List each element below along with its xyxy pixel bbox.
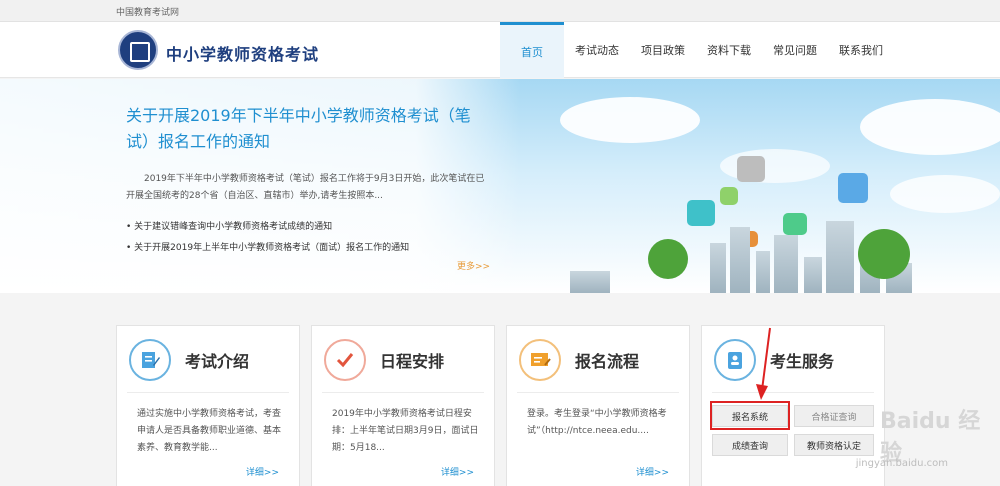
headline-summary: 2019年下半年中小学教师资格考试（笔试）报名工作将于9月3日开始，此次笔试在已… <box>126 174 485 201</box>
hero-banner: 关于开展2019年下半年中小学教师资格考试（笔试）报名工作的通知 2019年下半… <box>0 79 1000 293</box>
card-text: 2019年中小学教师资格考试日程安排：上半年笔试日期3月9日，面试日期：5月18… <box>332 409 479 453</box>
card-schedule: 日程安排 2019年中小学教师资格考试日程安排：上半年笔试日期3月9日，面试日期… <box>311 325 495 486</box>
cube-decoration <box>838 173 868 203</box>
card-title[interactable]: 日程安排 <box>380 348 444 372</box>
divider <box>322 392 484 393</box>
nav-policy[interactable]: 项目政策 <box>630 22 696 78</box>
checkmark-icon <box>324 339 366 381</box>
certificate-query-button[interactable]: 合格证查询 <box>794 405 874 427</box>
tree-decoration <box>648 239 688 279</box>
details-link[interactable]: 详细>> <box>636 465 669 478</box>
nav-home[interactable]: 首页 <box>500 22 564 78</box>
main-nav: 首页 考试动态 项目政策 资料下载 常见问题 联系我们 <box>500 22 894 78</box>
score-query-button[interactable]: 成绩查询 <box>712 434 788 456</box>
site-logo-icon[interactable] <box>118 30 158 70</box>
cube-decoration <box>737 156 765 182</box>
red-arrow-annotation <box>756 327 771 400</box>
site-title[interactable]: 中小学教师资格考试 <box>166 41 319 65</box>
card-exam-intro: 考试介绍 通过实施中小学教师资格考试，考查申请人是否具备教师职业道德、基本素养、… <box>116 325 300 486</box>
headline-link[interactable]: 关于开展2019年下半年中小学教师资格考试（笔试）报名工作的通知 <box>126 103 486 155</box>
watermark-url: jingyan.baidu.com <box>855 458 948 469</box>
details-link[interactable]: 详细>> <box>246 465 279 478</box>
card-text: 通过实施中小学教师资格考试，考查申请人是否具备教师职业道德、基本素养、教育教学能… <box>137 409 282 453</box>
cloud-decoration <box>560 97 700 143</box>
cloud-decoration <box>860 99 1000 155</box>
header: 中小学教师资格考试 首页 考试动态 项目政策 资料下载 常见问题 联系我们 <box>0 22 1000 78</box>
divider <box>712 392 874 393</box>
cube-decoration <box>720 187 738 205</box>
document-edit-icon <box>129 339 171 381</box>
more-link[interactable]: 更多>> <box>457 259 490 272</box>
highlight-box <box>710 401 790 430</box>
cloud-decoration <box>890 175 1000 213</box>
top-strip: 中国教育考试网 <box>0 0 1000 22</box>
nav-contact[interactable]: 联系我们 <box>828 22 894 78</box>
nav-exam-news[interactable]: 考试动态 <box>564 22 630 78</box>
site-network-label[interactable]: 中国教育考试网 <box>116 5 179 18</box>
divider <box>127 392 289 393</box>
news-item[interactable]: 关于开展2019年上半年中小学教师资格考试（面试）报名工作的通知 <box>126 238 409 259</box>
form-icon <box>519 339 561 381</box>
nav-faq[interactable]: 常见问题 <box>762 22 828 78</box>
card-title[interactable]: 考试介绍 <box>185 348 249 372</box>
card-registration-process: 报名流程 登录。考生登录“中小学教师资格考试”（http://ntce.neea… <box>506 325 690 486</box>
service-cards: 考试介绍 通过实施中小学教师资格考试，考查申请人是否具备教师职业道德、基本素养、… <box>0 293 1000 486</box>
nav-downloads[interactable]: 资料下载 <box>696 22 762 78</box>
details-link[interactable]: 详细>> <box>441 465 474 478</box>
divider <box>517 392 679 393</box>
news-item[interactable]: 关于建议错峰查询中小学教师资格考试成绩的通知 <box>126 217 409 238</box>
teacher-certification-button[interactable]: 教师资格认定 <box>794 434 874 456</box>
card-text: 登录。考生登录“中小学教师资格考试”（http://ntce.neea.edu.… <box>527 409 667 436</box>
tree-decoration <box>858 229 910 279</box>
card-title[interactable]: 报名流程 <box>575 348 639 372</box>
news-list: 关于建议错峰查询中小学教师资格考试成绩的通知 关于开展2019年上半年中小学教师… <box>126 217 409 259</box>
